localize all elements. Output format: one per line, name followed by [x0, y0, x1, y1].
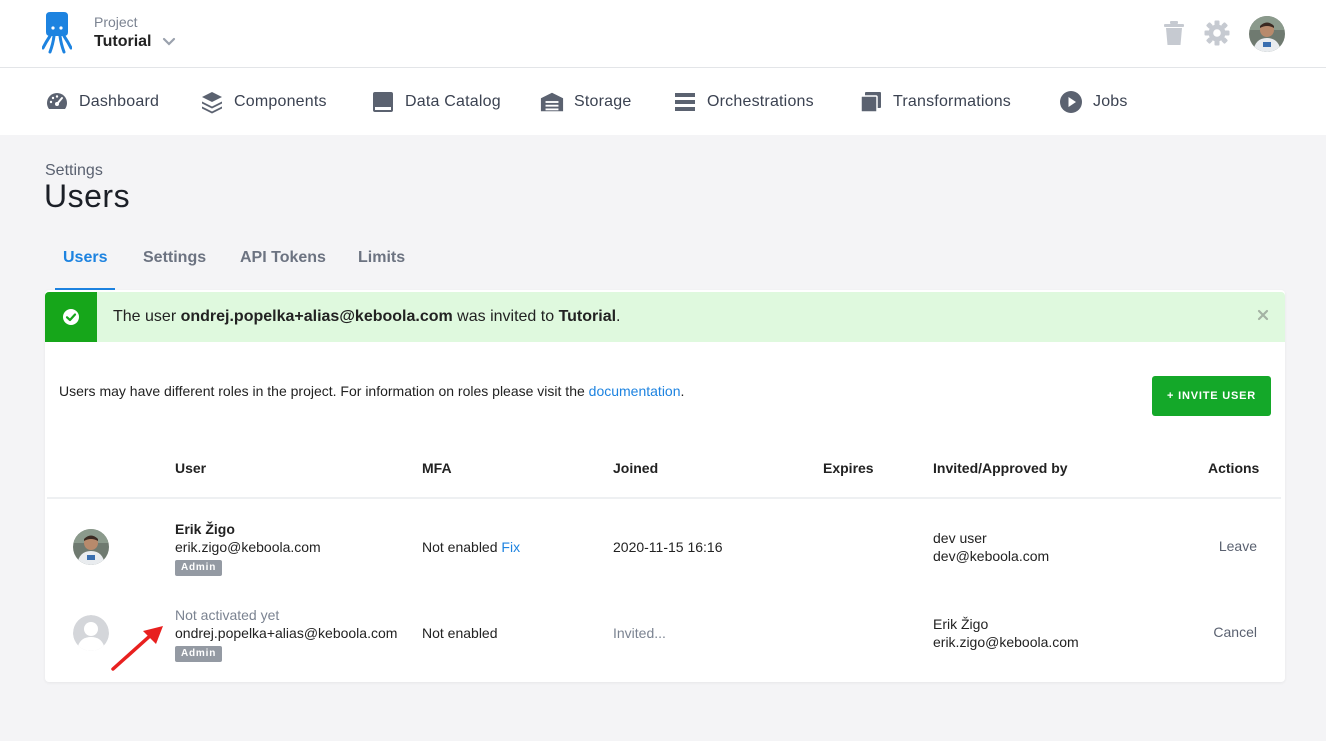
- documentation-link[interactable]: documentation: [589, 383, 681, 399]
- nav-dashboard[interactable]: Dashboard: [45, 90, 159, 114]
- alert-message: The user ondrej.popelka+alias@keboola.co…: [113, 308, 621, 326]
- keboola-logo-icon[interactable]: [42, 12, 72, 54]
- transformations-icon: [860, 92, 881, 113]
- user-cell: Erik Žigo erik.zigo@keboola.com Admin: [175, 520, 321, 576]
- trash-icon[interactable]: [1163, 21, 1185, 46]
- check-circle-icon: [63, 309, 79, 325]
- column-header-invited-by: Invited/Approved by: [933, 460, 1068, 476]
- alert-middle: was invited to: [452, 308, 559, 325]
- approved-by-name: dev user: [933, 530, 987, 546]
- leave-button[interactable]: Leave: [1219, 538, 1257, 554]
- column-header-actions: Actions: [1208, 460, 1260, 476]
- mfa-fix-link[interactable]: Fix: [501, 539, 520, 555]
- role-badge: Admin: [175, 646, 223, 662]
- nav-label: Dashboard: [79, 93, 160, 110]
- orchestrations-icon: [675, 93, 695, 111]
- column-header-mfa: MFA: [422, 460, 452, 476]
- role-badge: Admin: [175, 560, 223, 576]
- mfa-cell: Not enabled Fix: [422, 538, 520, 556]
- joined-cell: Invited...: [613, 625, 666, 641]
- components-icon: [202, 92, 222, 114]
- tab-users[interactable]: Users: [63, 249, 107, 267]
- alert-email: ondrej.popelka+alias@keboola.com: [180, 308, 453, 325]
- avatar: [73, 529, 109, 565]
- avatar-placeholder: [73, 615, 109, 651]
- approved-by-email: erik.zigo@keboola.com: [933, 634, 1079, 650]
- alert-project: Tutorial: [558, 308, 617, 325]
- approved-by-cell: dev user dev@keboola.com: [933, 529, 1049, 565]
- page-title: Users: [44, 178, 131, 214]
- tab-api-tokens[interactable]: API Tokens: [240, 249, 326, 267]
- roles-info: Users may have different roles in the pr…: [59, 383, 684, 399]
- main-nav: Dashboard Components Data Catalog Storag…: [0, 68, 1326, 135]
- nav-label: Data Catalog: [405, 93, 501, 110]
- user-cell: Not activated yet ondrej.popelka+alias@k…: [175, 606, 397, 662]
- cancel-button[interactable]: Cancel: [1213, 624, 1257, 640]
- column-header-expires: Expires: [823, 460, 874, 476]
- chevron-down-icon[interactable]: [162, 36, 176, 48]
- nav-storage[interactable]: Storage: [540, 90, 631, 114]
- top-bar: Project Tutorial: [0, 0, 1326, 68]
- tab-limits[interactable]: Limits: [358, 249, 405, 267]
- data-catalog-icon: [373, 92, 393, 112]
- user-email: erik.zigo@keboola.com: [175, 539, 321, 555]
- nav-transformations[interactable]: Transformations: [859, 90, 1011, 114]
- user-avatar[interactable]: [1249, 16, 1285, 52]
- user-email: ondrej.popelka+alias@keboola.com: [175, 625, 398, 641]
- user-name: Erik Žigo: [175, 521, 235, 537]
- success-alert: The user ondrej.popelka+alias@keboola.co…: [45, 292, 1285, 342]
- roles-info-end: .: [680, 383, 685, 399]
- tab-settings[interactable]: Settings: [143, 249, 206, 267]
- users-card: The user ondrej.popelka+alias@keboola.co…: [45, 290, 1285, 682]
- nav-data-catalog[interactable]: Data Catalog: [371, 90, 501, 114]
- table-header-divider: [47, 497, 1281, 499]
- approved-by-name: Erik Žigo: [933, 616, 989, 632]
- column-header-joined: Joined: [613, 460, 659, 476]
- approved-by-cell: Erik Žigo erik.zigo@keboola.com: [933, 615, 1079, 651]
- joined-cell: 2020-11-15 16:16: [613, 539, 723, 555]
- invite-user-button[interactable]: + INVITE USER: [1152, 376, 1271, 416]
- nav-label: Storage: [574, 93, 632, 110]
- nav-jobs[interactable]: Jobs: [1059, 90, 1128, 114]
- close-icon[interactable]: [1257, 309, 1269, 321]
- approved-by-email: dev@keboola.com: [933, 548, 1050, 564]
- mfa-cell: Not enabled: [422, 625, 498, 641]
- dashboard-icon: [47, 93, 67, 109]
- jobs-icon: [1060, 91, 1082, 113]
- nav-label: Orchestrations: [707, 93, 814, 110]
- roles-info-text: Users may have different roles in the pr…: [59, 383, 589, 399]
- nav-label: Components: [234, 93, 327, 110]
- alert-suffix: .: [616, 308, 621, 325]
- user-status: Not activated yet: [175, 607, 280, 623]
- mfa-status: Not enabled: [422, 539, 498, 555]
- nav-label: Transformations: [893, 93, 1011, 110]
- gear-icon[interactable]: [1204, 20, 1230, 46]
- nav-orchestrations[interactable]: Orchestrations: [673, 90, 814, 114]
- column-header-user: User: [175, 460, 207, 476]
- alert-prefix: The user: [113, 308, 181, 325]
- nav-components[interactable]: Components: [200, 90, 327, 114]
- project-name[interactable]: Tutorial: [94, 33, 151, 51]
- project-label: Project: [94, 14, 138, 30]
- nav-label: Jobs: [1093, 93, 1128, 110]
- alert-icon-box: [45, 292, 97, 342]
- storage-icon: [540, 92, 564, 112]
- annotation-arrow-icon: [111, 626, 163, 671]
